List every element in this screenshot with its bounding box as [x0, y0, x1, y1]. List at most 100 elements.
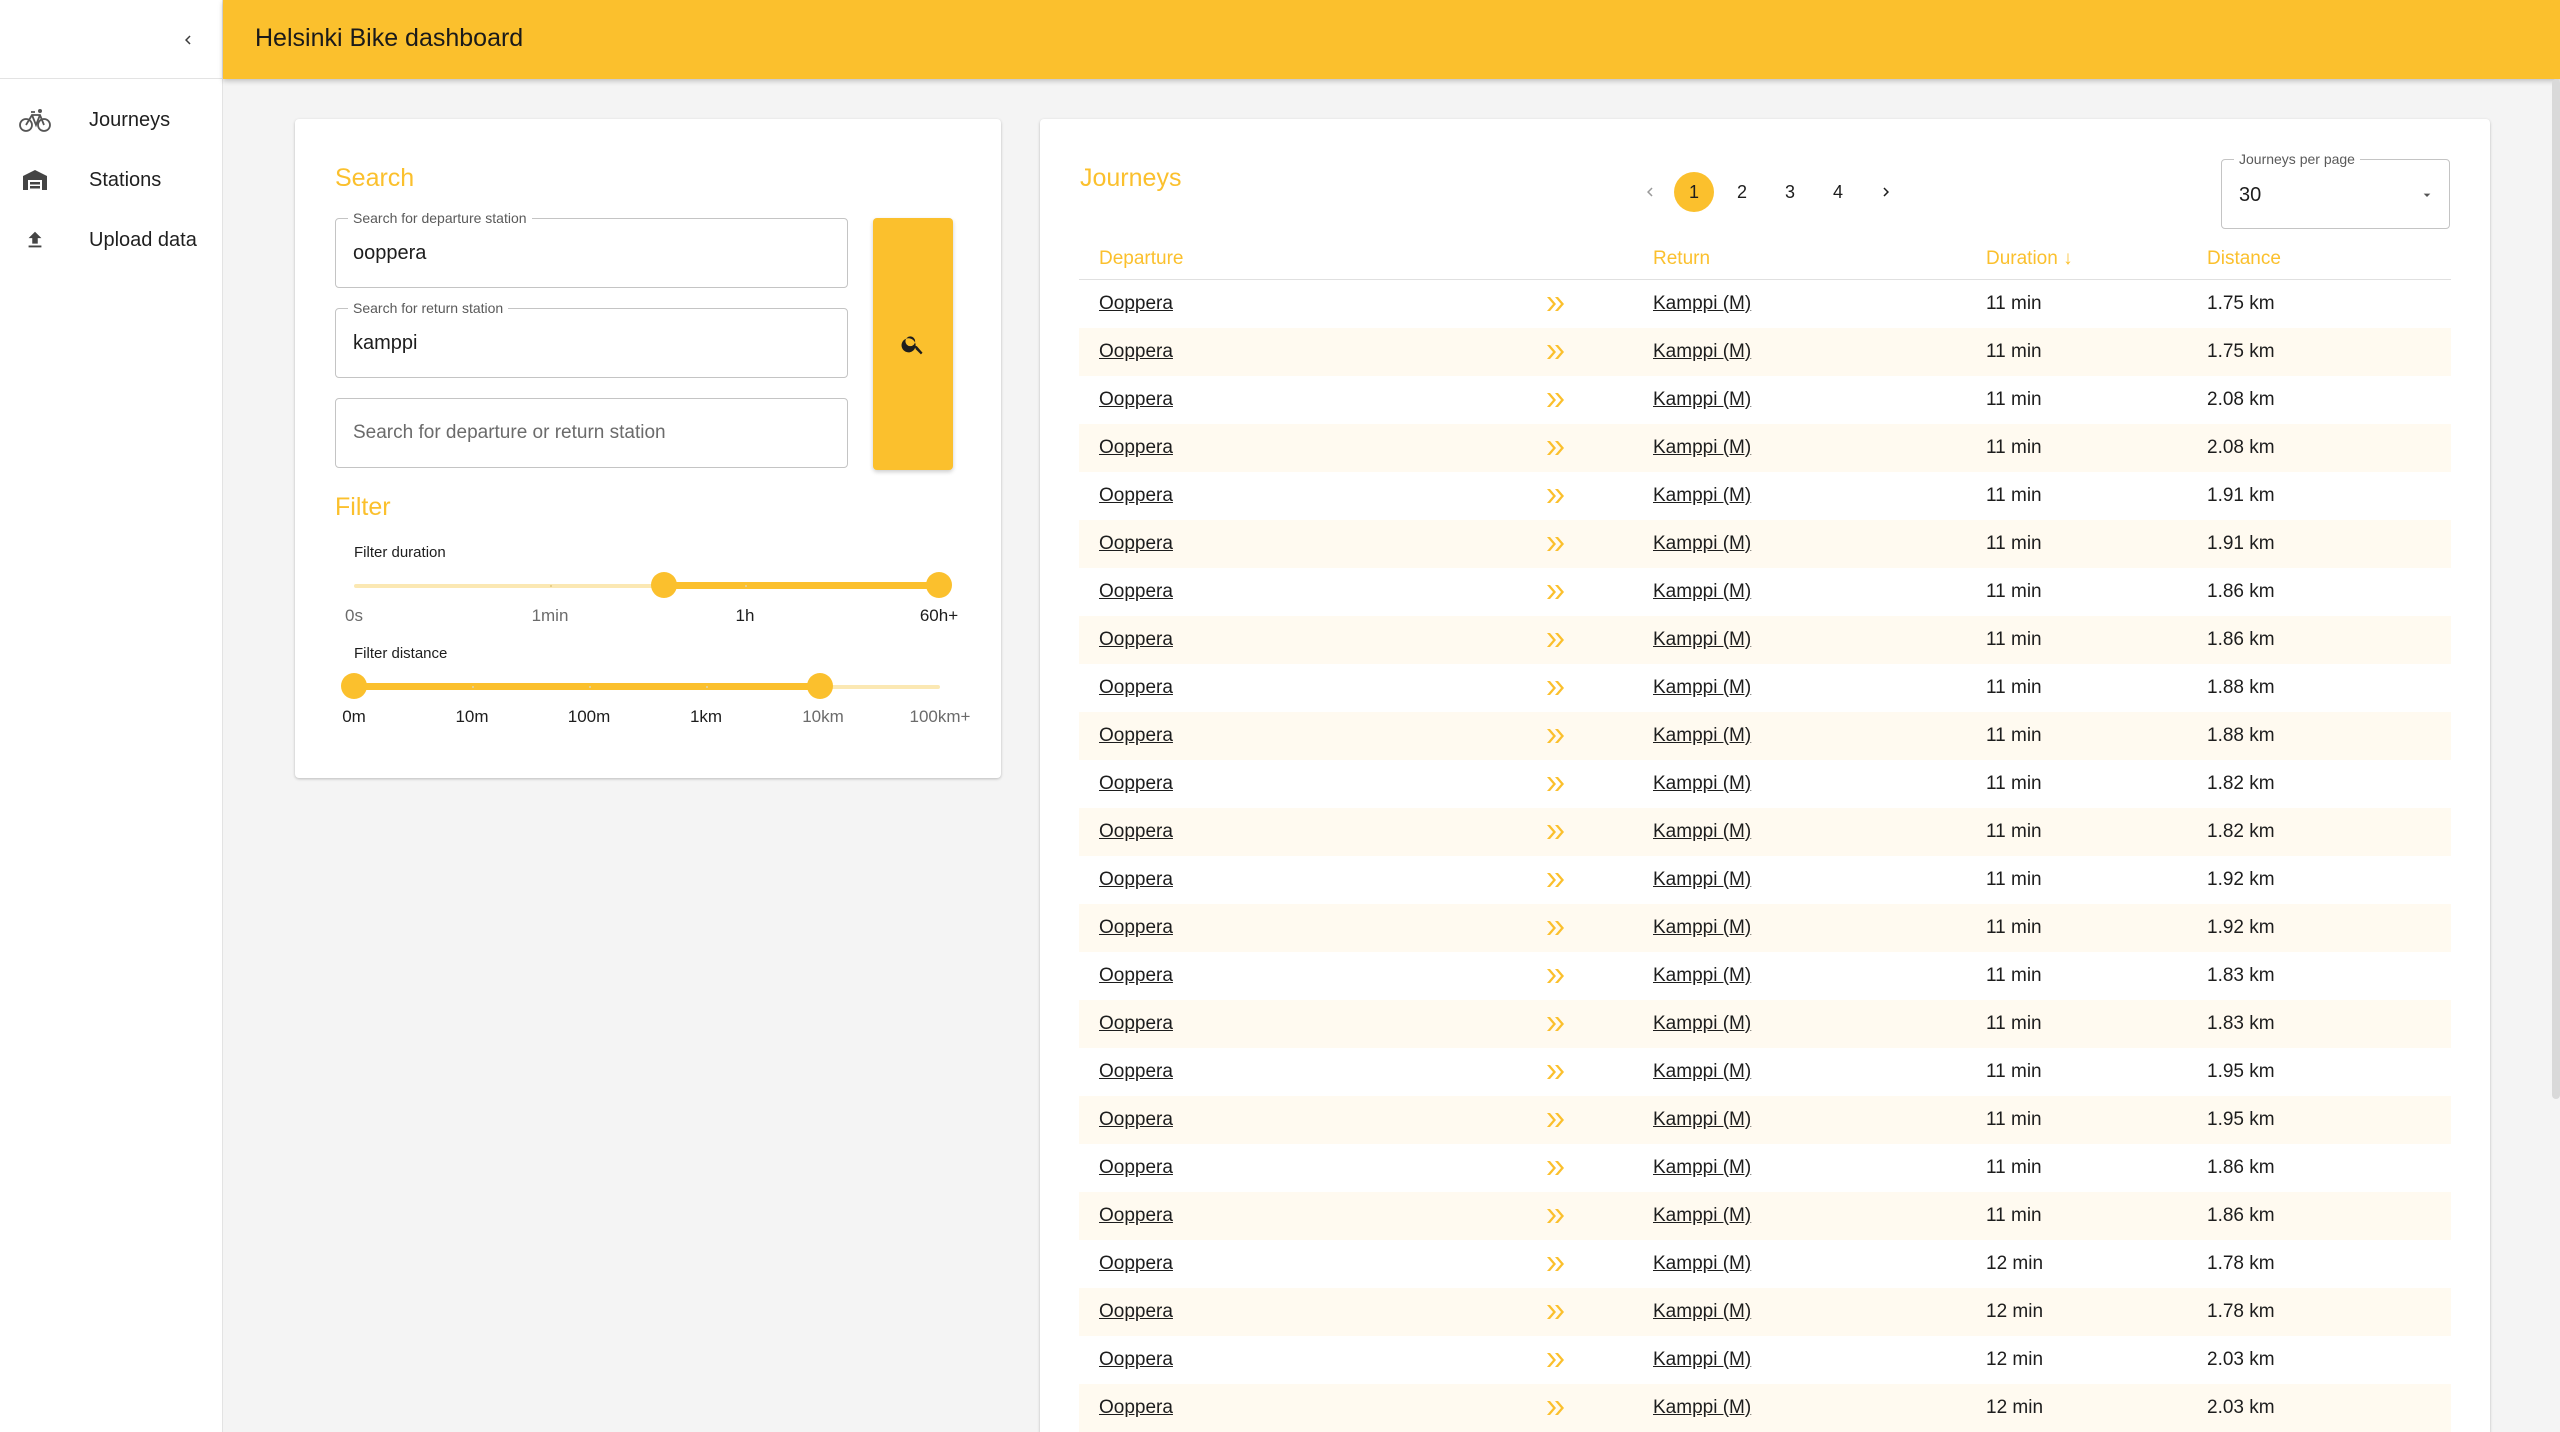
- departure-station-link[interactable]: Ooppera: [1099, 293, 1173, 315]
- departure-cell: Ooppera: [1099, 376, 1173, 424]
- return-station-link[interactable]: Kamppi (M): [1653, 1157, 1751, 1179]
- return-station-link[interactable]: Kamppi (M): [1653, 821, 1751, 843]
- any-station-field[interactable]: Search for departure or return station: [335, 398, 848, 468]
- return-station-link[interactable]: Kamppi (M): [1653, 293, 1751, 315]
- page-button-1[interactable]: 1: [1674, 172, 1714, 212]
- return-station-link[interactable]: Kamppi (M): [1653, 1349, 1751, 1371]
- return-station-link[interactable]: Kamppi (M): [1653, 1013, 1751, 1035]
- return-station-link[interactable]: Kamppi (M): [1653, 773, 1751, 795]
- return-station-link[interactable]: Kamppi (M): [1653, 677, 1751, 699]
- journeys-per-page-select[interactable]: Journeys per page 30: [2221, 151, 2450, 229]
- sidebar-item-stations[interactable]: Stations: [0, 151, 222, 209]
- distance-cell: 1.86 km: [2207, 1157, 2275, 1178]
- departure-station-link[interactable]: Ooppera: [1099, 389, 1173, 411]
- departure-cell: Ooppera: [1099, 568, 1173, 616]
- departure-station-link[interactable]: Ooppera: [1099, 725, 1173, 747]
- return-station-link[interactable]: Kamppi (M): [1653, 341, 1751, 363]
- return-station-link[interactable]: Kamppi (M): [1653, 581, 1751, 603]
- sidebar-item-label: Upload data: [89, 228, 197, 251]
- return-station-link[interactable]: Kamppi (M): [1653, 869, 1751, 891]
- departure-station-link[interactable]: Ooppera: [1099, 821, 1173, 843]
- page-button-2[interactable]: 2: [1722, 172, 1762, 212]
- table-row: Ooppera Kamppi (M) 11 min 1.83 km: [1079, 952, 2451, 1000]
- departure-station-link[interactable]: Ooppera: [1099, 341, 1173, 363]
- table-row: Ooppera Kamppi (M) 11 min 1.82 km: [1079, 808, 2451, 856]
- column-header-distance[interactable]: Distance: [2207, 248, 2281, 270]
- departure-cell: Ooppera: [1099, 856, 1173, 904]
- distance-slider-max-thumb[interactable]: [807, 673, 833, 699]
- distance-cell: 1.88 km: [2207, 677, 2275, 698]
- next-page-button[interactable]: [1866, 172, 1906, 212]
- departure-station-link[interactable]: Ooppera: [1099, 869, 1173, 891]
- departure-station-link[interactable]: Ooppera: [1099, 917, 1173, 939]
- return-station-link[interactable]: Kamppi (M): [1653, 725, 1751, 747]
- filter-title: Filter: [335, 493, 391, 521]
- departure-cell: Ooppera: [1099, 760, 1173, 808]
- duration-slider-range: [664, 582, 939, 589]
- departure-station-link[interactable]: Ooppera: [1099, 629, 1173, 651]
- return-station-link[interactable]: Kamppi (M): [1653, 917, 1751, 939]
- search-icon: [901, 336, 923, 355]
- return-station-link[interactable]: Kamppi (M): [1653, 1301, 1751, 1323]
- return-cell: Kamppi (M): [1653, 376, 1751, 424]
- return-station-link[interactable]: Kamppi (M): [1653, 629, 1751, 651]
- return-cell: Kamppi (M): [1653, 280, 1751, 328]
- departure-station-link[interactable]: Ooppera: [1099, 677, 1173, 699]
- departure-station-link[interactable]: Ooppera: [1099, 581, 1173, 603]
- return-station-link[interactable]: Kamppi (M): [1653, 485, 1751, 507]
- return-station-link[interactable]: Kamppi (M): [1653, 965, 1751, 987]
- return-station-link[interactable]: Kamppi (M): [1653, 1253, 1751, 1275]
- duration-slider-min-thumb[interactable]: [651, 572, 677, 598]
- page-button-3[interactable]: 3: [1770, 172, 1810, 212]
- return-station-link[interactable]: Kamppi (M): [1653, 1061, 1751, 1083]
- collapse-sidebar-button[interactable]: [172, 24, 204, 56]
- departure-station-link[interactable]: Ooppera: [1099, 1349, 1173, 1371]
- departure-station-link[interactable]: Ooppera: [1099, 1205, 1173, 1227]
- return-cell: Kamppi (M): [1653, 520, 1751, 568]
- departure-station-link[interactable]: Ooppera: [1099, 1157, 1173, 1179]
- previous-page-button[interactable]: [1630, 172, 1670, 212]
- duration-cell: 11 min: [1986, 1157, 2042, 1178]
- return-station-link[interactable]: Kamppi (M): [1653, 1205, 1751, 1227]
- sidebar-item-upload-data[interactable]: Upload data: [0, 211, 222, 269]
- page-button-4[interactable]: 4: [1818, 172, 1858, 212]
- return-station-link[interactable]: Kamppi (M): [1653, 1397, 1751, 1419]
- return-cell: Kamppi (M): [1653, 1048, 1751, 1096]
- return-station-link[interactable]: Kamppi (M): [1653, 1109, 1751, 1131]
- page-scrollbar[interactable]: [2552, 79, 2560, 1099]
- table-row: Ooppera Kamppi (M) 11 min 2.08 km: [1079, 424, 2451, 472]
- column-header-duration[interactable]: Duration ↓: [1986, 248, 2073, 270]
- sidebar-item-journeys[interactable]: Journeys: [0, 91, 222, 149]
- double-chevron-right-icon: [1541, 376, 1571, 424]
- departure-station-link[interactable]: Ooppera: [1099, 1109, 1173, 1131]
- departure-station-link[interactable]: Ooppera: [1099, 965, 1173, 987]
- departure-station-link[interactable]: Ooppera: [1099, 1013, 1173, 1035]
- departure-station-link[interactable]: Ooppera: [1099, 1061, 1173, 1083]
- return-station-field[interactable]: Search for return station kamppi: [335, 300, 848, 378]
- duration-slider-max-thumb[interactable]: [926, 572, 952, 598]
- departure-station-link[interactable]: Ooppera: [1099, 1397, 1173, 1419]
- distance-slider-min-thumb[interactable]: [341, 673, 367, 699]
- departure-station-link[interactable]: Ooppera: [1099, 1301, 1173, 1323]
- departure-station-link[interactable]: Ooppera: [1099, 1253, 1173, 1275]
- return-cell: Kamppi (M): [1653, 904, 1751, 952]
- departure-station-link[interactable]: Ooppera: [1099, 485, 1173, 507]
- departure-cell: Ooppera: [1099, 472, 1173, 520]
- column-header-return[interactable]: Return: [1653, 248, 1710, 270]
- departure-station-link[interactable]: Ooppera: [1099, 437, 1173, 459]
- bicycle-icon: [18, 106, 52, 134]
- duration-cell: 11 min: [1986, 437, 2042, 458]
- departure-station-link[interactable]: Ooppera: [1099, 773, 1173, 795]
- distance-mark-100m: 100m: [567, 707, 611, 726]
- distance-cell: 1.82 km: [2207, 821, 2275, 842]
- return-station-link[interactable]: Kamppi (M): [1653, 389, 1751, 411]
- double-chevron-right-icon: [1541, 568, 1571, 616]
- column-header-departure[interactable]: Departure: [1099, 248, 1184, 270]
- search-button[interactable]: [873, 218, 953, 470]
- departure-station-field[interactable]: Search for departure station ooppera: [335, 210, 848, 288]
- return-station-link[interactable]: Kamppi (M): [1653, 533, 1751, 555]
- duration-cell: 12 min: [1986, 1349, 2044, 1370]
- return-station-link[interactable]: Kamppi (M): [1653, 437, 1751, 459]
- departure-station-link[interactable]: Ooppera: [1099, 533, 1173, 555]
- return-field-value: kamppi: [353, 331, 418, 354]
